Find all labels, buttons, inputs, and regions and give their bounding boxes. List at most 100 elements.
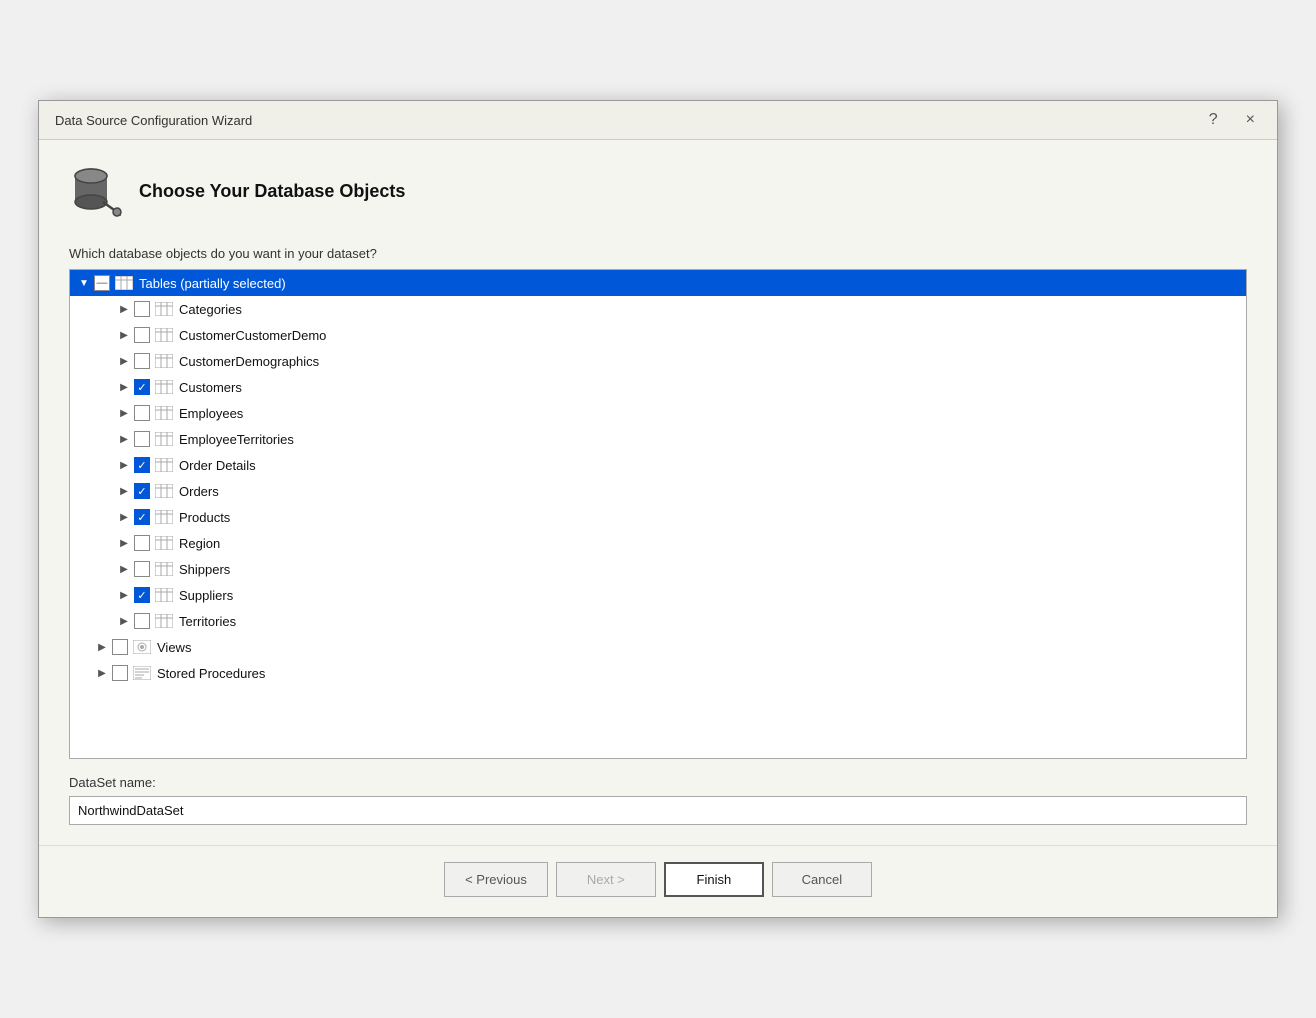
tree-node-tables[interactable]: ▼ — Tables (partially selected) xyxy=(70,270,1246,296)
table-icon xyxy=(154,613,174,629)
table-icon xyxy=(154,509,174,525)
tree-node-customercustomerdemo[interactable]: ▶ CustomerCustomerDemo xyxy=(70,322,1246,348)
tree-node-territories[interactable]: ▶ Territories xyxy=(70,608,1246,634)
tree-node-customerdemographics[interactable]: ▶ CustomerDemographics xyxy=(70,348,1246,374)
table-icon xyxy=(154,301,174,317)
window-title: Data Source Configuration Wizard xyxy=(55,113,252,128)
dataset-name-label: DataSet name: xyxy=(69,775,1247,790)
checkbox-sp[interactable] xyxy=(112,665,128,681)
checkbox-shippers[interactable] xyxy=(134,561,150,577)
item-label: Shippers xyxy=(179,562,230,577)
cancel-button[interactable]: Cancel xyxy=(772,862,872,897)
item-label: Region xyxy=(179,536,220,551)
checkbox-region[interactable] xyxy=(134,535,150,551)
tree-container[interactable]: ▼ — Tables (partially selected) ▶ xyxy=(69,269,1247,759)
tree-node-customers[interactable]: ▶✓ Customers xyxy=(70,374,1246,400)
expand-icon[interactable]: ▶ xyxy=(114,325,134,345)
dataset-section: DataSet name: xyxy=(69,775,1247,825)
tree-node-order-details[interactable]: ▶✓ Order Details xyxy=(70,452,1246,478)
checkbox-views[interactable] xyxy=(112,639,128,655)
checkbox-customercustomerdemo[interactable] xyxy=(134,327,150,343)
expand-sp-icon[interactable]: ▶ xyxy=(92,663,112,683)
expand-tables-icon[interactable]: ▼ xyxy=(74,273,94,293)
tree-node-products[interactable]: ▶✓ Products xyxy=(70,504,1246,530)
checkbox-customers[interactable]: ✓ xyxy=(134,379,150,395)
title-bar: Data Source Configuration Wizard ? × xyxy=(39,101,1277,140)
table-icon xyxy=(154,483,174,499)
item-label: Suppliers xyxy=(179,588,233,603)
expand-icon[interactable]: ▶ xyxy=(114,455,134,475)
help-button[interactable]: ? xyxy=(1203,109,1224,131)
title-bar-controls: ? × xyxy=(1203,109,1261,131)
item-label: CustomerDemographics xyxy=(179,354,319,369)
item-label: Employees xyxy=(179,406,243,421)
expand-views-icon[interactable]: ▶ xyxy=(92,637,112,657)
item-label: CustomerCustomerDemo xyxy=(179,328,326,343)
checkbox-categories[interactable] xyxy=(134,301,150,317)
main-content: Choose Your Database Objects Which datab… xyxy=(39,140,1277,845)
header-section: Choose Your Database Objects xyxy=(69,164,1247,218)
tree-node-categories[interactable]: ▶ Categories xyxy=(70,296,1246,322)
table-icon xyxy=(154,431,174,447)
checkbox-customerdemographics[interactable] xyxy=(134,353,150,369)
sp-icon xyxy=(132,665,152,681)
checkbox-orders[interactable]: ✓ xyxy=(134,483,150,499)
question-label: Which database objects do you want in yo… xyxy=(69,246,1247,261)
table-icon xyxy=(154,535,174,551)
expand-icon[interactable]: ▶ xyxy=(114,533,134,553)
tree-node-region[interactable]: ▶ Region xyxy=(70,530,1246,556)
expand-icon[interactable]: ▶ xyxy=(114,481,134,501)
tree-node-employees[interactable]: ▶ Employees xyxy=(70,400,1246,426)
checkbox-products[interactable]: ✓ xyxy=(134,509,150,525)
table-icon xyxy=(154,561,174,577)
partial-mark: — xyxy=(97,277,108,289)
tree-node-employeeterritories[interactable]: ▶ EmployeeTerritories xyxy=(70,426,1246,452)
item-label: Categories xyxy=(179,302,242,317)
tables-label: Tables (partially selected) xyxy=(139,276,286,291)
header-title: Choose Your Database Objects xyxy=(139,181,405,202)
table-icon xyxy=(154,405,174,421)
table-icon xyxy=(154,587,174,603)
expand-icon[interactable]: ▶ xyxy=(114,507,134,527)
dialog-window: Data Source Configuration Wizard ? × Cho… xyxy=(38,100,1278,918)
table-items-container: ▶ Categories▶ CustomerCustomerDemo▶ Cust… xyxy=(70,296,1246,634)
item-label: Customers xyxy=(179,380,242,395)
close-button[interactable]: × xyxy=(1240,109,1261,131)
item-label: Products xyxy=(179,510,230,525)
expand-icon[interactable]: ▶ xyxy=(114,403,134,423)
table-icon xyxy=(154,327,174,343)
checkbox-order-details[interactable]: ✓ xyxy=(134,457,150,473)
views-icon xyxy=(132,639,152,655)
tree-node-views[interactable]: ▶ Views xyxy=(70,634,1246,660)
database-icon xyxy=(69,164,123,218)
table-icon xyxy=(154,353,174,369)
checkbox-territories[interactable] xyxy=(134,613,150,629)
next-button: Next > xyxy=(556,862,656,897)
footer: < Previous Next > Finish Cancel xyxy=(39,845,1277,917)
checkbox-suppliers[interactable]: ✓ xyxy=(134,587,150,603)
checkbox-employees[interactable] xyxy=(134,405,150,421)
checkbox-tables[interactable]: — xyxy=(94,275,110,291)
expand-icon[interactable]: ▶ xyxy=(114,429,134,449)
finish-button[interactable]: Finish xyxy=(664,862,764,897)
item-label: Order Details xyxy=(179,458,256,473)
item-label: Orders xyxy=(179,484,219,499)
expand-icon[interactable]: ▶ xyxy=(114,611,134,631)
expand-icon[interactable]: ▶ xyxy=(114,559,134,579)
tree-node-orders[interactable]: ▶✓ Orders xyxy=(70,478,1246,504)
checkbox-employeeterritories[interactable] xyxy=(134,431,150,447)
tree-node-suppliers[interactable]: ▶✓ Suppliers xyxy=(70,582,1246,608)
tree-node-stored-procedures[interactable]: ▶ Stored Procedures xyxy=(70,660,1246,686)
tree-node-shippers[interactable]: ▶ Shippers xyxy=(70,556,1246,582)
previous-button[interactable]: < Previous xyxy=(444,862,548,897)
expand-icon[interactable]: ▶ xyxy=(114,351,134,371)
table-icon xyxy=(154,457,174,473)
expand-icon[interactable]: ▶ xyxy=(114,377,134,397)
expand-icon[interactable]: ▶ xyxy=(114,299,134,319)
table-icon xyxy=(154,379,174,395)
dataset-name-input[interactable] xyxy=(69,796,1247,825)
expand-icon[interactable]: ▶ xyxy=(114,585,134,605)
table-group-icon xyxy=(114,275,134,291)
item-label: Territories xyxy=(179,614,236,629)
sp-label: Stored Procedures xyxy=(157,666,265,681)
